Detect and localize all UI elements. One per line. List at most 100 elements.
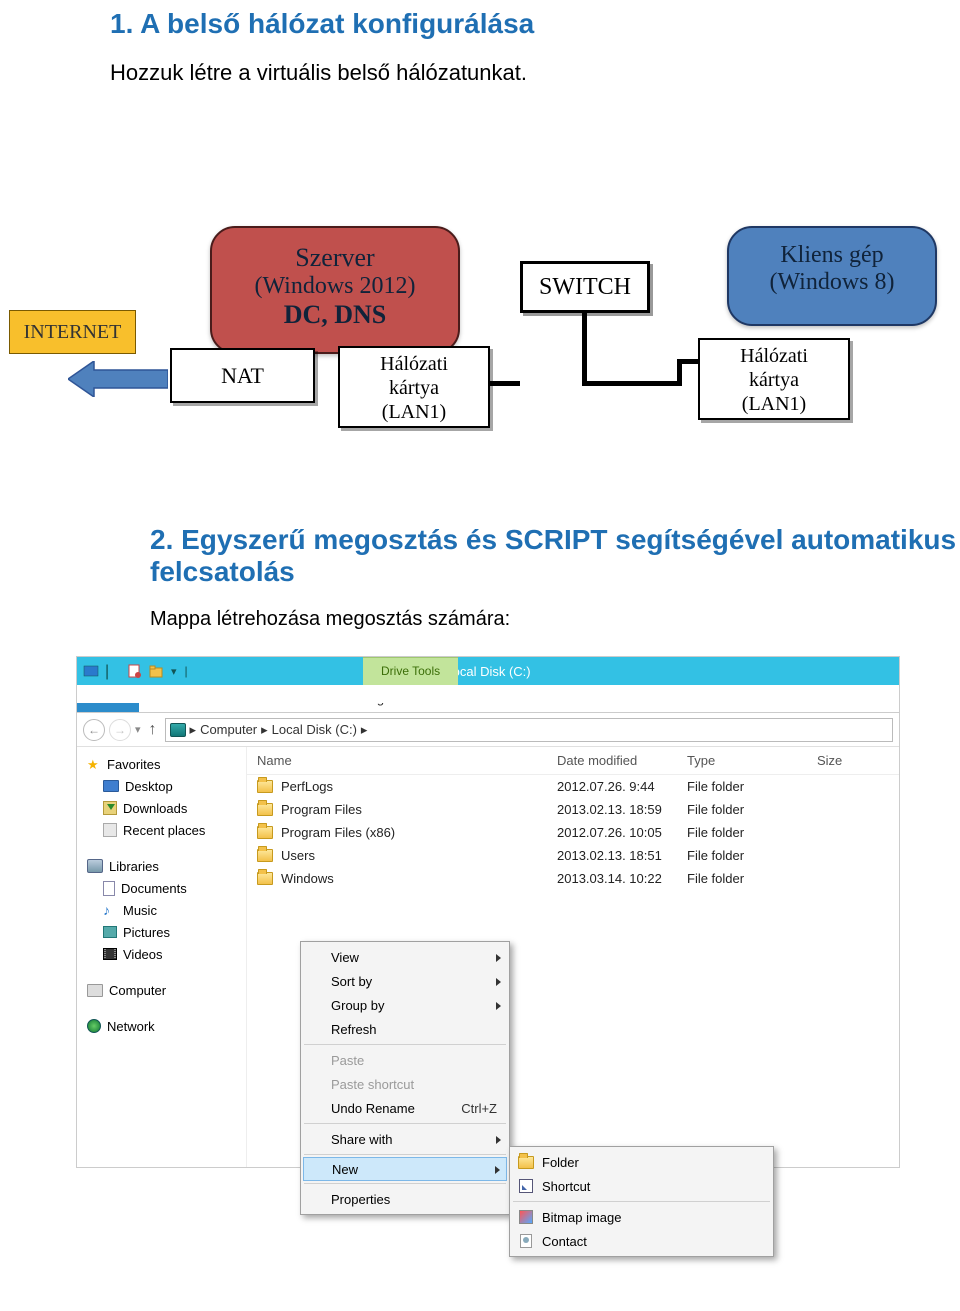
ctx-new[interactable]: New	[303, 1157, 507, 1181]
folder-icon	[257, 803, 273, 816]
ctx-separator	[304, 1044, 506, 1045]
ctx-share[interactable]: Share with	[303, 1127, 507, 1151]
nic2-l1: Hálózati	[700, 344, 848, 368]
sidebar-desktop-label: Desktop	[125, 779, 173, 794]
nic1-l1: Hálózati	[340, 352, 488, 376]
back-button[interactable]: ←	[83, 719, 105, 741]
table-row[interactable]: Program Files (x86) 2012.07.26. 10:05 Fi…	[247, 821, 899, 844]
sidebar-computer[interactable]: Computer	[87, 979, 246, 1001]
ctx-view[interactable]: View	[303, 945, 507, 969]
window-title: Local Disk (C:)	[445, 664, 530, 679]
sidebar-videos[interactable]: Videos	[87, 943, 246, 965]
desktop-icon	[103, 780, 119, 792]
ctx-refresh[interactable]: Refresh	[303, 1017, 507, 1041]
ctx-undo-label: Undo Rename	[331, 1101, 415, 1116]
sidebar-favorites[interactable]: ★ Favorites	[87, 753, 246, 775]
sub-bitmap[interactable]: Bitmap image	[512, 1205, 771, 1229]
col-size[interactable]: Size	[817, 753, 877, 768]
table-row[interactable]: Windows 2013.03.14. 10:22 File folder	[247, 867, 899, 890]
row-modified: 2012.07.26. 9:44	[557, 779, 687, 794]
sidebar-downloads[interactable]: Downloads	[87, 797, 246, 819]
sidebar-documents-label: Documents	[121, 881, 187, 896]
sidebar-network-label: Network	[107, 1019, 155, 1034]
table-row[interactable]: PerfLogs 2012.07.26. 9:44 File folder	[247, 775, 899, 798]
chevron-right-icon	[495, 1162, 500, 1177]
breadcrumb-sep-icon: ▸	[190, 722, 197, 738]
breadcrumb-local-disk[interactable]: Local Disk (C:)	[272, 722, 357, 737]
breadcrumb-sep-icon: ▸	[361, 722, 368, 738]
sidebar-libraries-label: Libraries	[109, 859, 159, 874]
folder-icon	[257, 826, 273, 839]
server-line3: DC, DNS	[212, 300, 458, 330]
download-icon	[103, 801, 117, 815]
drive-tools-context-tab[interactable]: Drive Tools	[363, 657, 458, 685]
libraries-icon	[87, 859, 103, 873]
sidebar-pictures-label: Pictures	[123, 925, 170, 940]
sidebar-favorites-label: Favorites	[107, 757, 160, 772]
forward-button[interactable]: →	[109, 719, 131, 741]
sub-folder[interactable]: Folder	[512, 1150, 771, 1174]
qat-dropdown-icon[interactable]: ▾	[171, 665, 177, 678]
nic2-l3: (LAN1)	[700, 392, 848, 416]
sidebar-desktop[interactable]: Desktop	[87, 775, 246, 797]
row-modified: 2012.07.26. 10:05	[557, 825, 687, 840]
sidebar-pictures[interactable]: Pictures	[87, 921, 246, 943]
sub-contact[interactable]: Contact	[512, 1229, 771, 1253]
row-modified: 2013.02.13. 18:59	[557, 802, 687, 817]
ctx-undo[interactable]: Undo Rename Ctrl+Z	[303, 1096, 507, 1120]
section2-heading: 2. Egyszerű megosztás és SCRIPT segítség…	[150, 524, 960, 588]
up-button[interactable]: ↑	[149, 721, 157, 739]
connector	[490, 381, 520, 386]
table-row[interactable]: Program Files 2013.02.13. 18:59 File fol…	[247, 798, 899, 821]
folder-icon	[518, 1154, 534, 1170]
context-menu: View Sort by Group by Refresh Paste Past…	[300, 941, 510, 1215]
address-bar[interactable]: ▸ Computer ▸ Local Disk (C:) ▸	[165, 718, 893, 742]
sub-shortcut[interactable]: Shortcut	[512, 1174, 771, 1198]
document-icon	[103, 881, 115, 896]
ctx-separator	[513, 1201, 770, 1202]
row-type: File folder	[687, 802, 817, 817]
breadcrumb-computer[interactable]: Computer	[200, 722, 257, 737]
music-icon: ♪	[103, 903, 117, 917]
arrow-left-icon	[68, 361, 168, 397]
nav-sidebar: ★ Favorites Desktop Downloads Recent pla…	[77, 747, 247, 1167]
connector	[677, 359, 699, 364]
ctx-paste-label: Paste	[331, 1053, 364, 1068]
new-folder-quick-icon[interactable]	[149, 663, 165, 679]
nic-client: Hálózati kártya (LAN1)	[698, 338, 850, 420]
sidebar-documents[interactable]: Documents	[87, 877, 246, 899]
ctx-group[interactable]: Group by	[303, 993, 507, 1017]
ctx-undo-shortcut: Ctrl+Z	[461, 1101, 497, 1116]
row-modified: 2013.02.13. 18:51	[557, 848, 687, 863]
nic-server: Hálózati kártya (LAN1)	[338, 346, 490, 428]
network-diagram: INTERNET Szerver (Windows 2012) DC, DNS …	[0, 116, 960, 416]
table-row[interactable]: Users 2013.02.13. 18:51 File folder	[247, 844, 899, 867]
folder-icon	[257, 849, 273, 862]
computer-icon	[170, 723, 186, 737]
ctx-paste-shortcut-label: Paste shortcut	[331, 1077, 414, 1092]
network-icon	[87, 1019, 101, 1033]
sidebar-music-label: Music	[123, 903, 157, 918]
sidebar-recent[interactable]: Recent places	[87, 819, 246, 841]
ctx-sort[interactable]: Sort by	[303, 969, 507, 993]
sidebar-network[interactable]: Network	[87, 1015, 246, 1037]
folder-icon	[257, 780, 273, 793]
chevron-right-icon	[496, 950, 501, 965]
col-modified[interactable]: Date modified	[557, 753, 687, 768]
sidebar-music[interactable]: ♪ Music	[87, 899, 246, 921]
col-name[interactable]: Name	[257, 753, 557, 768]
section1-heading: 1. A belső hálózat konfigurálása	[110, 8, 960, 40]
ctx-paste-shortcut: Paste shortcut	[303, 1072, 507, 1096]
ctx-properties-label: Properties	[331, 1192, 390, 1207]
history-dropdown-icon[interactable]: ▾	[135, 723, 141, 736]
row-modified: 2013.03.14. 10:22	[557, 871, 687, 886]
properties-quick-icon[interactable]	[127, 663, 143, 679]
sidebar-libraries[interactable]: Libraries	[87, 855, 246, 877]
internet-label: INTERNET	[10, 311, 135, 353]
col-type[interactable]: Type	[687, 753, 817, 768]
quick-access-sep: |	[105, 663, 121, 679]
ctx-properties[interactable]: Properties	[303, 1187, 507, 1211]
client-node: Kliens gép (Windows 8)	[727, 226, 937, 326]
qat-sep: |	[185, 664, 188, 678]
nic1-l3: (LAN1)	[340, 400, 488, 424]
